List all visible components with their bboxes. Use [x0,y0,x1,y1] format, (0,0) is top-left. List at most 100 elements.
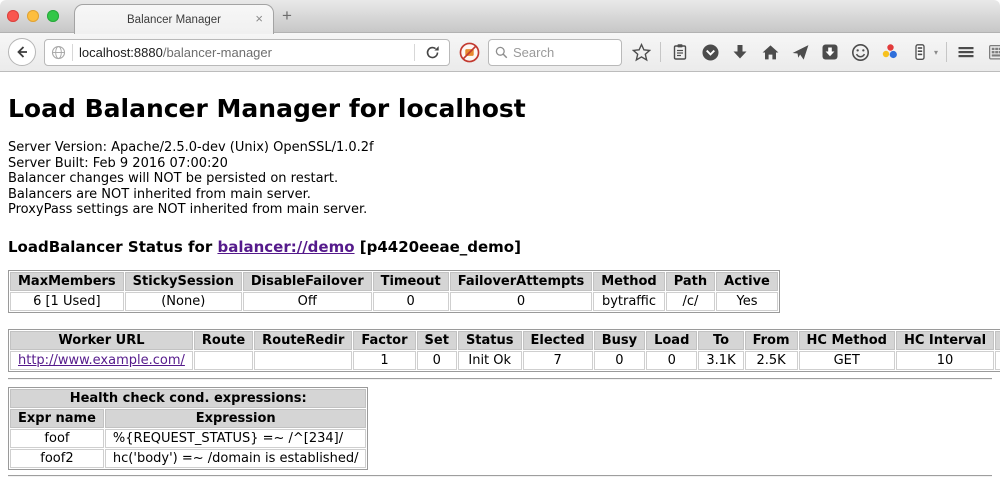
toolbar-divider [660,42,661,62]
search-bar[interactable] [488,39,622,66]
data-cell [254,351,352,370]
urlbar-divider [414,44,415,61]
menu-button[interactable] [955,40,977,64]
persist-notice-line: Balancer changes will NOT be persisted o… [8,171,992,187]
smiley-button[interactable] [849,40,871,64]
section-divider [8,475,992,477]
server-built-line: Server Built: Feb 9 2016 07:00:20 [8,156,992,172]
minimize-window-icon[interactable] [27,10,39,22]
header-cell: Method [593,272,664,291]
heading-prefix: LoadBalancer Status for [8,238,217,256]
close-window-icon[interactable] [7,10,19,22]
reload-icon [425,45,440,60]
data-cell: 0 [646,351,697,370]
home-button[interactable] [759,40,781,64]
header-cell: RouteRedir [254,331,352,350]
flash-block-button[interactable] [458,40,480,64]
balancer-settings-table: MaxMembers StickySession DisableFailover… [8,270,780,313]
expression-cell: hc('body') =~ /domain is established/ [105,449,367,468]
url-host: localhost:8880 [79,45,163,60]
header-cell: MaxMembers [10,272,124,291]
table-row: 6 [1 Used] (None) Off 0 0 bytraffic /c/ … [10,292,778,311]
grid-extension-button[interactable] [985,40,1000,64]
data-cell: 0 [373,292,449,311]
header-cell: HC Interval [896,331,994,350]
battery-icon [911,43,929,61]
colored-dots-button[interactable] [879,40,901,64]
page-title: Load Balancer Manager for localhost [8,94,992,123]
bookmark-star-icon [632,43,651,62]
data-cell: (None) [125,292,242,311]
table-row: foof %{REQUEST_STATUS} =~ /^[234]/ [10,429,366,448]
tab-bar: Balancer Manager × + [0,0,1000,33]
zoom-window-icon[interactable] [47,10,59,22]
flash-block-icon [459,42,480,63]
globe-icon [51,45,66,60]
section-divider [8,378,992,380]
expr-name-cell: foof2 [10,449,104,468]
clipboard-button[interactable] [669,40,691,64]
data-cell: 10 [896,351,994,370]
health-check-table: Health check cond. expressions: Expr nam… [8,387,368,470]
worker-status-table: Worker URL Route RouteRedir Factor Set S… [8,329,1000,372]
balancer-demo-link[interactable]: balancer://demo [217,238,354,256]
home-icon [761,43,780,62]
table-row: foof2 hc('body') =~ /domain is establish… [10,449,366,468]
new-tab-button[interactable]: + [276,6,298,26]
colored-dots-icon [881,43,899,61]
grid-icon [987,43,1000,62]
urlbar-divider [72,44,73,61]
data-cell: GET [799,351,895,370]
data-cell: Init Ok [458,351,522,370]
data-cell: 0 [450,292,593,311]
downloads-icon [731,43,749,61]
header-cell: Factor [353,331,415,350]
header-cell: To [698,331,743,350]
bookmark-star-button[interactable] [630,40,652,64]
toolbar-divider [946,42,947,62]
clipboard-icon [671,43,689,61]
url-text[interactable]: localhost:8880/balancer-manager [79,45,408,60]
reload-button[interactable] [421,40,443,64]
data-cell: Yes [716,292,778,311]
browser-window: Balancer Manager × + localhost:8880/bala… [0,0,1000,491]
header-cell: Route [194,331,253,350]
url-path: /balancer-manager [163,45,272,60]
table-header-row: Expr name Expression [10,409,366,428]
data-cell: 1 [353,351,415,370]
tab-close-icon[interactable]: × [255,11,263,26]
expr-name-cell: foof [10,429,104,448]
url-bar[interactable]: localhost:8880/balancer-manager [44,39,450,66]
data-cell: bytraffic [593,292,664,311]
table-row: http://www.example.com/ 1 0 Init Ok 7 0 … [10,351,1000,370]
data-cell [194,351,253,370]
downloads-button[interactable] [729,40,751,64]
menu-icon [957,43,975,61]
battery-button[interactable] [909,40,931,64]
pocket-button[interactable] [699,40,721,64]
balancer-status-heading: LoadBalancer Status for balancer://demo … [8,238,992,256]
tab-title: Balancer Manager [127,14,221,26]
expression-cell: %{REQUEST_STATUS} =~ /^[234]/ [105,429,367,448]
back-button[interactable] [8,38,36,66]
data-cell: 3.1K [698,351,743,370]
overflow-caret-icon[interactable]: ▾ [934,48,938,57]
balancers-notice-line: Balancers are NOT inherited from main se… [8,187,992,203]
tab-balancer-manager[interactable]: Balancer Manager × [74,4,274,34]
send-button[interactable] [789,40,811,64]
navigation-toolbar: localhost:8880/balancer-manager [0,33,1000,72]
header-cell: Path [666,272,715,291]
pocket-icon [701,43,720,62]
server-info: Server Version: Apache/2.5.0-dev (Unix) … [8,140,992,218]
worker-url-link[interactable]: http://www.example.com/ [18,353,185,368]
header-cell: Expr name [10,409,104,428]
header-cell: Worker URL [10,331,193,350]
data-cell: 7 [523,351,593,370]
header-cell: Busy [594,331,645,350]
data-cell: /c/ [666,292,715,311]
search-input[interactable] [513,45,603,60]
header-cell: HC Method [799,331,895,350]
header-cell: Elected [523,331,593,350]
download-box-icon [821,43,839,61]
download-box-button[interactable] [819,40,841,64]
